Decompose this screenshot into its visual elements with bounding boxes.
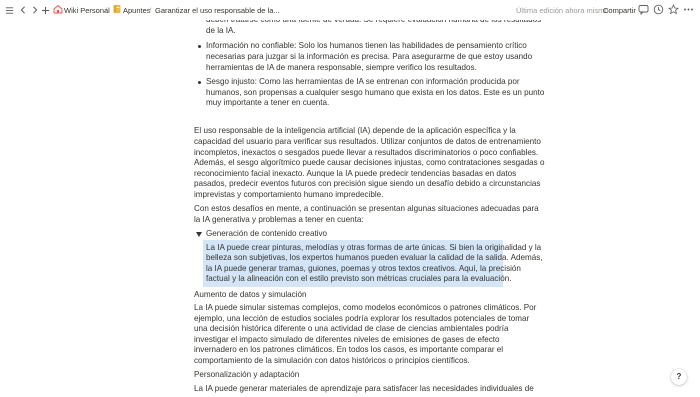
bullet-dot: [198, 45, 202, 49]
text-line: Además, el sesgo algorítmico puede causa…: [194, 158, 545, 167]
clock-icon[interactable]: [653, 4, 664, 15]
text-line: incompletos, inexactos o sesgados puede …: [194, 147, 539, 157]
text-line: capacidad del usuario para verificar sus…: [194, 137, 541, 146]
text-line: comportamiento de la simulación con dato…: [194, 355, 470, 365]
last-edited-status: Última edición ahora mismo: [516, 6, 609, 15]
bullet-dot: [198, 81, 202, 85]
text-line: muy importante a tener en cuenta.: [206, 98, 330, 107]
text-line: La IA puede simular sistemas complejos, …: [194, 303, 537, 312]
breadcrumb-item[interactable]: Apuntes: [123, 5, 151, 17]
help-button[interactable]: ?: [671, 369, 687, 385]
page-content: deben tratarse como una fuente de verdad…: [0, 0, 700, 397]
text-line: humanos, son propensas a cualquier sesgo…: [206, 87, 545, 97]
share-button[interactable]: Compartir: [603, 5, 636, 17]
text-line: Sesgo injusto: Como las herramientas de …: [206, 77, 520, 86]
text-line: belleza son subjetivas, los expertos hum…: [206, 253, 543, 262]
toggle-arrow-icon[interactable]: [196, 232, 202, 237]
toggle-title[interactable]: Generación de contenido creativo: [206, 229, 327, 240]
text-line: la IA puede generar tramas, guiones, poe…: [206, 263, 521, 273]
breadcrumb-separator: /: [105, 6, 108, 15]
text-line: una decisión histórica diferente o una a…: [194, 324, 509, 333]
scrollbar[interactable]: [694, 20, 698, 397]
text-line[interactable]: La IA puede generar materiales de aprend…: [194, 384, 534, 395]
text-line: reconocimiento facial inexacto. Aunque l…: [194, 168, 517, 178]
text-line: necesarias para juzgar si la información…: [206, 52, 533, 61]
section-heading[interactable]: Aumento de datos y simulación: [194, 290, 306, 301]
text-line: El uso responsable de la inteligencia ar…: [194, 126, 516, 135]
more-icon[interactable]: [683, 4, 694, 15]
text-line: la IA generativa y problemas a tener en …: [194, 214, 364, 224]
breadcrumb-item[interactable]: Wiki Personal: [64, 5, 110, 17]
text-line: imprevistas y comportamiento humano impr…: [194, 189, 384, 199]
notebook-icon: [112, 4, 122, 14]
home-icon: [53, 4, 63, 14]
add-icon[interactable]: [38, 3, 52, 17]
breadcrumb-item[interactable]: Garantizar el uso responsable de la...: [155, 5, 280, 17]
text-line: Con estos desafíos en mente, a continuac…: [194, 204, 539, 213]
text-line: La IA puede crear pinturas, melodías y o…: [206, 242, 542, 252]
text-line: Información no confiable: Solo los human…: [206, 41, 527, 50]
text-line: invernadero en los patrones climáticos. …: [194, 345, 504, 354]
text-line: factual y la alineación con el estilo pr…: [206, 274, 512, 283]
sidebar-toggle-icon[interactable]: [2, 3, 16, 17]
text-line: de la IA.: [206, 25, 236, 35]
text-line: ejemplo, una lección de estudios sociale…: [194, 313, 530, 323]
section-heading[interactable]: Personalización y adaptación: [194, 370, 299, 381]
star-icon[interactable]: [668, 4, 679, 15]
top-bar: Wiki Personal / Apuntes / Garantizar el …: [0, 0, 700, 20]
text-line: pasados, predecir eventos futuros con pr…: [194, 179, 541, 188]
comment-icon[interactable]: [638, 4, 649, 16]
text-line: investigar el impacto simulado de difere…: [194, 334, 500, 344]
breadcrumb-separator: /: [149, 6, 152, 15]
text-line: herramientas de IA de manera responsable…: [206, 62, 477, 72]
